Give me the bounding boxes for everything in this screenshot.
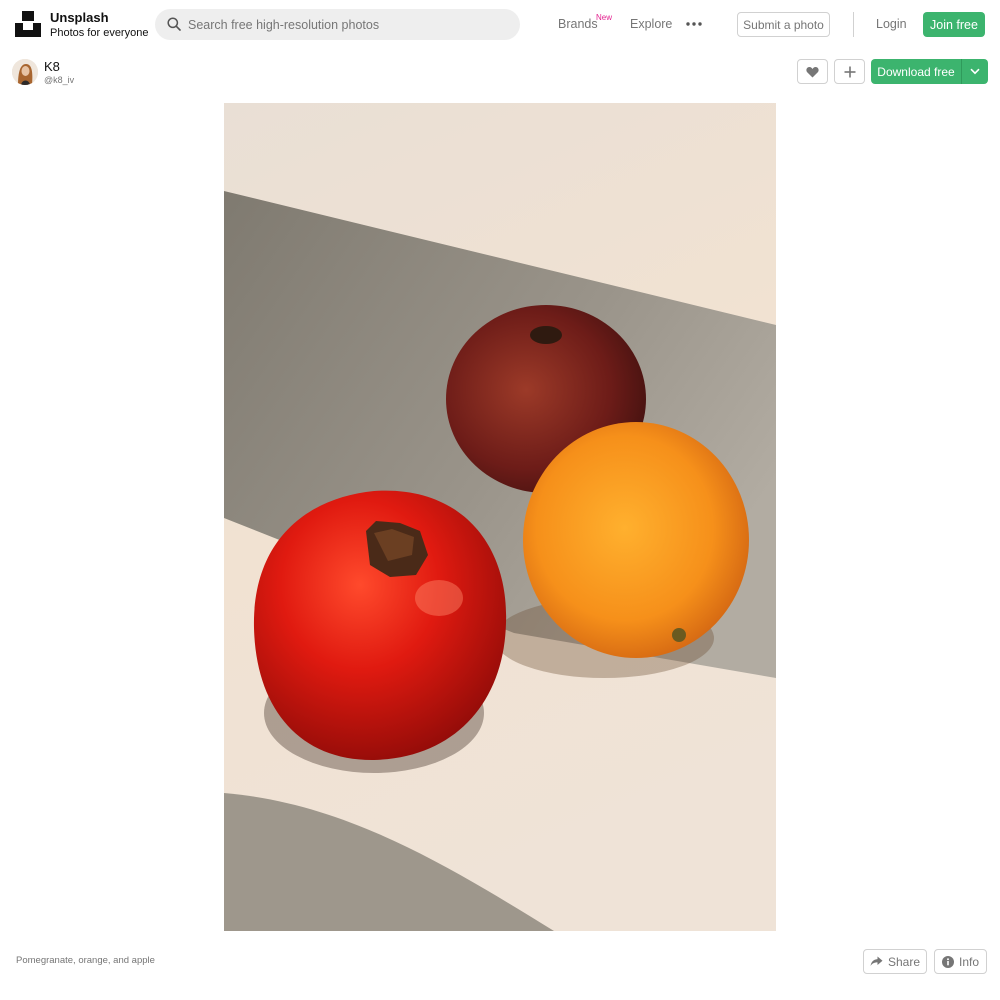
join-free-button[interactable]: Join free: [923, 12, 985, 37]
new-badge: New: [596, 13, 613, 22]
author-name[interactable]: K8: [44, 59, 60, 74]
search-icon[interactable]: [167, 17, 181, 31]
nav-link-explore[interactable]: Explore: [630, 17, 672, 31]
heart-icon: [806, 66, 819, 77]
info-button[interactable]: Info: [934, 949, 987, 974]
brand-block[interactable]: Unsplash Photos for everyone: [50, 10, 148, 40]
info-icon: [941, 955, 954, 968]
top-navigation-bar: Unsplash Photos for everyone Brands New …: [0, 0, 1000, 48]
avatar[interactable]: [12, 59, 38, 85]
search-input[interactable]: [188, 9, 508, 40]
header-divider: [853, 12, 854, 37]
unsplash-logo-icon[interactable]: [15, 11, 41, 37]
info-label: Info: [958, 954, 979, 969]
author-handle[interactable]: @k8_iv: [44, 75, 74, 85]
photo-still-life-image: [224, 103, 776, 931]
chevron-down-icon: [970, 68, 980, 75]
brand-tagline: Photos for everyone: [50, 27, 149, 39]
share-label: Share: [887, 954, 921, 969]
share-button[interactable]: Share: [863, 949, 927, 974]
login-link[interactable]: Login: [876, 17, 907, 31]
nav-link-brands[interactable]: Brands: [558, 17, 598, 31]
search-bar[interactable]: [155, 9, 520, 40]
download-size-menu-button[interactable]: [961, 59, 988, 84]
like-button[interactable]: [797, 59, 828, 84]
main-photo[interactable]: [224, 103, 776, 931]
add-to-collection-button[interactable]: [834, 59, 865, 84]
ellipsis-icon[interactable]: [685, 15, 703, 33]
brand-name: Unsplash: [50, 10, 109, 25]
photo-caption: Pomegranate, orange, and apple: [16, 955, 155, 966]
plus-icon: [844, 66, 855, 77]
submit-photo-button[interactable]: Submit a photo: [737, 12, 830, 37]
download-free-button[interactable]: Download free: [871, 59, 961, 84]
share-icon: [870, 956, 883, 966]
